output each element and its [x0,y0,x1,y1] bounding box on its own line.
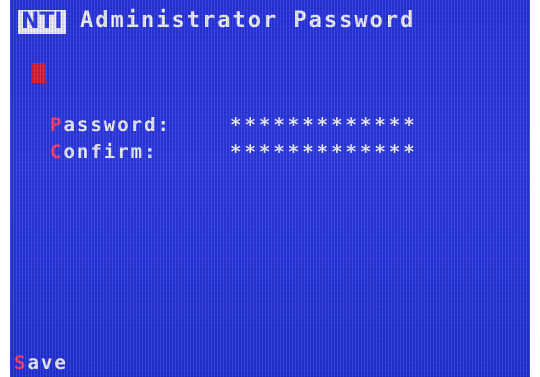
password-field[interactable]: ************* [230,116,418,135]
page-title: Administrator Password [80,8,416,33]
password-hotkey: P [50,114,64,136]
password-label[interactable]: Password: [50,116,171,135]
osd-screen: NTI Administrator Password Password: ***… [10,0,530,377]
nti-logo: NTI [18,10,66,34]
confirm-field[interactable]: ************* [230,143,418,162]
confirm-hotkey: C [50,141,64,163]
confirm-label[interactable]: Confirm: [50,143,158,162]
text-cursor [32,63,46,83]
save-button[interactable]: Save [14,354,68,373]
save-hotkey: S [14,352,28,374]
